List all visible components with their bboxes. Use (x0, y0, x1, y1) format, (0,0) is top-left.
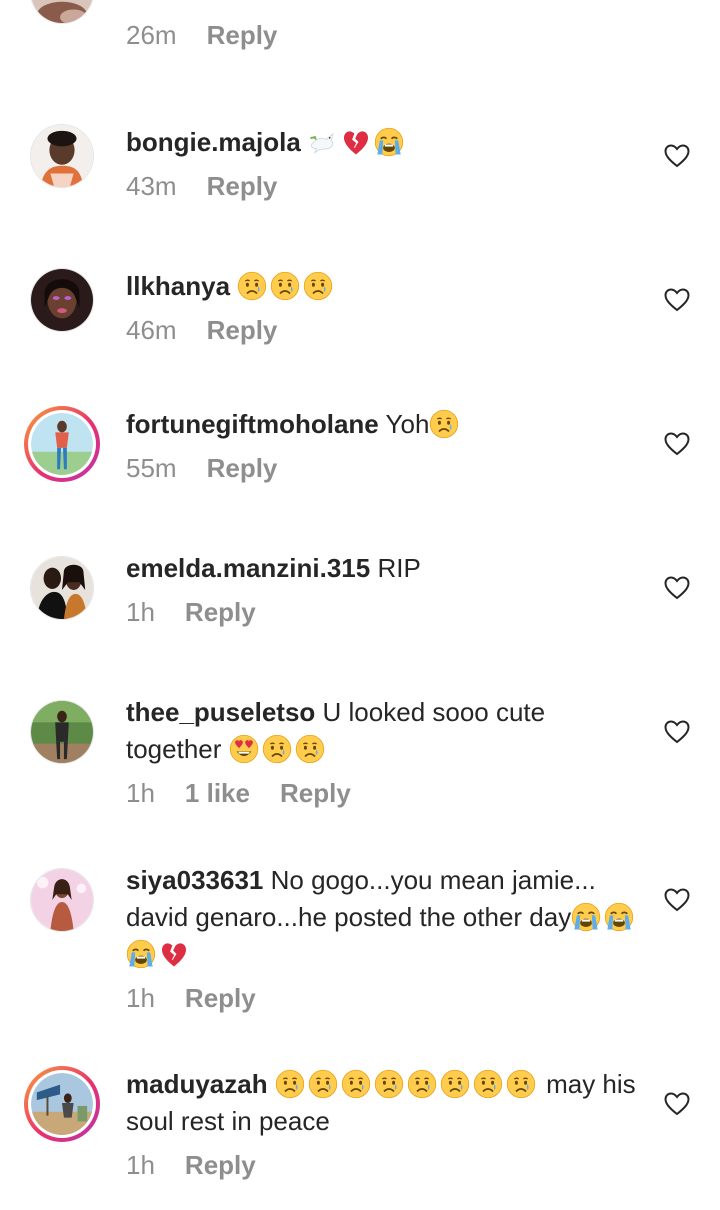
dove-emoji (308, 127, 338, 157)
sad-tear-face-emoji (303, 271, 333, 301)
likes-count-button[interactable]: 1 like (185, 776, 250, 810)
comment-time: 55m (126, 453, 177, 483)
avatar-image (31, 269, 93, 331)
sad-tear-face-emoji (429, 409, 459, 439)
broken-heart-emoji (341, 127, 371, 157)
comment-meta: 43m Reply (126, 169, 646, 203)
comment-username[interactable]: maduyazah (126, 1069, 268, 1099)
comment-time: 46m (126, 315, 177, 345)
reply-button[interactable]: Reply (185, 595, 256, 629)
avatar[interactable] (30, 268, 94, 332)
comment-time: 1h (126, 597, 155, 627)
sad-tear-face-emoji (262, 734, 292, 764)
comment-body: thee_puseletso U looked sooo cute togeth… (126, 694, 646, 810)
heart-outline-icon[interactable] (664, 144, 690, 168)
comment-body: siya033631 No gogo...you mean jamie... d… (126, 862, 646, 1015)
sad-tear-face-emoji (341, 1069, 371, 1099)
avatar[interactable] (30, 700, 94, 764)
avatar-ring-inner (28, 410, 96, 478)
heart-outline-icon[interactable] (664, 1092, 690, 1116)
sad-tear-face-emoji (473, 1069, 503, 1099)
avatar-image (31, 413, 93, 475)
avatar-image (31, 701, 93, 763)
comment-text: emelda.manzini.315 RIP (126, 550, 646, 587)
comment-username[interactable]: thee_puseletso (126, 697, 315, 727)
comment-body: llkhanya 46m Reply (126, 268, 646, 347)
comment-body: fortunegiftmoholane Yoh 55m Reply (126, 406, 646, 485)
comment-text: fortunegiftmoholane Yoh (126, 406, 646, 443)
heart-eyes-face-emoji (229, 734, 259, 764)
sad-tear-face-emoji (295, 734, 325, 764)
comments-list: 26m Reply bongie.majola 43m Reply llkhan… (0, 0, 720, 1210)
loudly-crying-face-emoji (604, 902, 634, 932)
reply-button[interactable]: Reply (207, 451, 278, 485)
avatar-image (31, 1073, 93, 1135)
sad-tear-face-emoji (308, 1069, 338, 1099)
sad-tear-face-emoji (237, 271, 267, 301)
reply-button[interactable]: Reply (207, 313, 278, 347)
broken-heart-emoji (159, 939, 189, 969)
comment-body: 26m Reply (126, 18, 646, 52)
comment-time: 1h (126, 983, 155, 1013)
avatar-image (31, 557, 93, 619)
comment-time: 43m (126, 171, 177, 201)
comment-message: Yoh (385, 409, 430, 439)
loudly-crying-face-emoji (571, 902, 601, 932)
comment-time: 1h (126, 778, 155, 808)
comment-meta: 46m Reply (126, 313, 646, 347)
comment-username[interactable]: siya033631 (126, 865, 263, 895)
comment-text: siya033631 No gogo...you mean jamie... d… (126, 862, 646, 973)
avatar-story-ring[interactable] (24, 406, 100, 482)
avatar-image (31, 869, 93, 931)
sad-tear-face-emoji (506, 1069, 536, 1099)
avatar[interactable] (30, 868, 94, 932)
comment-body: bongie.majola 43m Reply (126, 124, 646, 203)
sad-tear-face-emoji (374, 1069, 404, 1099)
heart-outline-icon[interactable] (664, 288, 690, 312)
heart-outline-icon[interactable] (664, 432, 690, 456)
avatar-ring-inner (28, 1070, 96, 1138)
avatar[interactable] (30, 556, 94, 620)
heart-outline-icon[interactable] (664, 576, 690, 600)
heart-outline-icon[interactable] (664, 888, 690, 912)
comment-text: thee_puseletso U looked sooo cute togeth… (126, 694, 646, 768)
sad-tear-face-emoji (275, 1069, 305, 1099)
loudly-crying-face-emoji (374, 127, 404, 157)
sad-tear-face-emoji (440, 1069, 470, 1099)
comment-time: 26m (126, 20, 177, 50)
comment-message: RIP (377, 553, 421, 583)
comment-text: bongie.majola (126, 124, 646, 161)
avatar-image (31, 125, 93, 187)
sad-tear-face-emoji (407, 1069, 437, 1099)
comment-username[interactable]: bongie.majola (126, 127, 301, 157)
loudly-crying-face-emoji (126, 939, 156, 969)
sad-tear-face-emoji (270, 271, 300, 301)
comment-meta: 55m Reply (126, 451, 646, 485)
comment-text: llkhanya (126, 268, 646, 305)
comment-username[interactable]: llkhanya (126, 271, 230, 301)
reply-button[interactable]: Reply (280, 776, 351, 810)
comment-username[interactable]: emelda.manzini.315 (126, 553, 370, 583)
avatar-story-ring[interactable] (24, 1066, 100, 1142)
comment-meta: 26m Reply (126, 18, 646, 52)
avatar (31, 1073, 93, 1135)
comment-time: 1h (126, 1150, 155, 1180)
avatar (31, 413, 93, 475)
heart-outline-icon[interactable] (664, 720, 690, 744)
comment-body: emelda.manzini.315 RIP 1h Reply (126, 550, 646, 629)
comment-meta: 1h Reply (126, 595, 646, 629)
comment-meta: 1h 1 like Reply (126, 776, 646, 810)
reply-button[interactable]: Reply (207, 169, 278, 203)
comment-meta: 1h Reply (126, 1148, 646, 1182)
comment-meta: 1h Reply (126, 981, 646, 1015)
reply-button[interactable]: Reply (185, 1148, 256, 1182)
avatar-image (31, 0, 93, 23)
comment-body: maduyazah may his soul rest in peace 1h R… (126, 1066, 646, 1182)
avatar[interactable] (30, 124, 94, 188)
comment-username[interactable]: fortunegiftmoholane (126, 409, 379, 439)
comment-text: maduyazah may his soul rest in peace (126, 1066, 646, 1140)
reply-button[interactable]: Reply (207, 18, 278, 52)
avatar[interactable] (30, 0, 94, 24)
reply-button[interactable]: Reply (185, 981, 256, 1015)
